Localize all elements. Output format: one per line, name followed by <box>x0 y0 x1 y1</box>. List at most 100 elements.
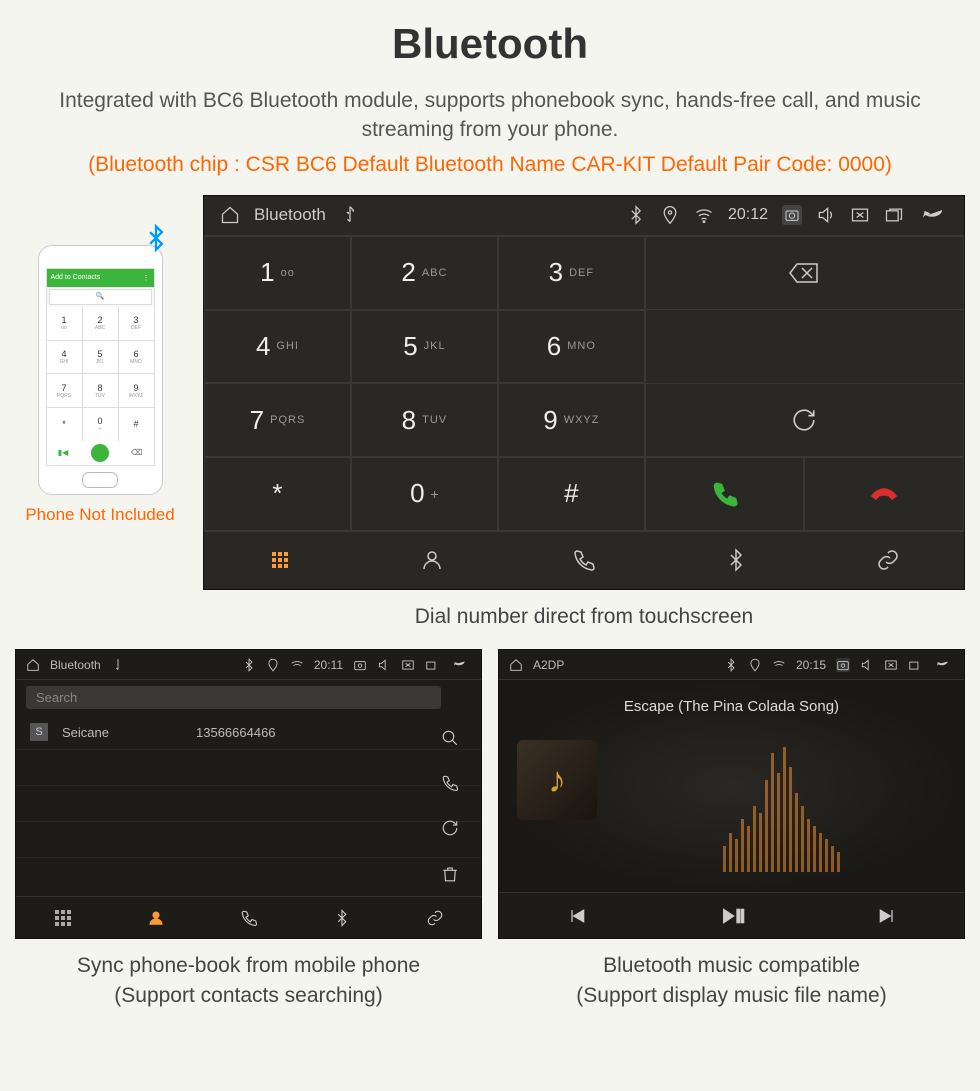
call-button[interactable] <box>645 457 805 531</box>
contact-number: 13566664466 <box>196 725 276 740</box>
phone-device: Add to Contacts⋮ 🔍 1ᴏᴏ 2ABC 3DEF 4GHI 5J… <box>38 245 163 495</box>
key-7[interactable]: 7PQRS <box>204 383 351 457</box>
home-icon[interactable] <box>509 658 523 672</box>
prev-track-button[interactable] <box>499 893 654 938</box>
delete-icon[interactable] <box>441 865 459 883</box>
bluetooth-tab-icon <box>724 548 748 572</box>
music-caption: Bluetooth music compatible(Support displ… <box>498 951 965 1010</box>
dialer-keypad: 1ᴏᴏ 2ABC 3DEF 4GHI 5JKL 6MNO 7PQRS 8TUV <box>204 236 645 531</box>
play-pause-button[interactable] <box>654 893 809 938</box>
tab-dialpad[interactable] <box>16 897 109 938</box>
key-3[interactable]: 3DEF <box>498 236 645 310</box>
visualizer <box>619 740 944 872</box>
contact-avatar: S <box>30 723 48 741</box>
clock: 20:11 <box>314 658 343 672</box>
usb-icon <box>340 205 360 225</box>
bluetooth-tab-icon <box>333 909 351 927</box>
contact-row[interactable]: S Seicane 13566664466 <box>16 715 481 750</box>
bluetooth-icon <box>142 224 170 259</box>
key-2[interactable]: 2ABC <box>351 236 498 310</box>
tab-devices[interactable] <box>812 532 964 589</box>
tab-dialpad[interactable] <box>204 532 356 589</box>
phone-icon <box>240 909 258 927</box>
usb-icon <box>111 658 125 672</box>
volume-icon[interactable] <box>860 658 874 672</box>
wifi-icon <box>694 205 714 225</box>
location-icon <box>660 205 680 225</box>
phone-key: 3DEF <box>119 307 154 340</box>
tab-bluetooth[interactable] <box>660 532 812 589</box>
phone-key: # <box>119 408 154 441</box>
close-icon[interactable] <box>401 658 415 672</box>
search-icon[interactable] <box>441 729 459 747</box>
clock: 20:12 <box>728 206 768 224</box>
phone-key: * <box>47 408 82 441</box>
next-track-button[interactable] <box>809 893 964 938</box>
volume-icon[interactable] <box>377 658 391 672</box>
music-note-icon: ♪ <box>548 759 566 801</box>
close-icon[interactable] <box>850 205 870 225</box>
music-screen: A2DP 20:15 Escape (The Pina Colada Song)… <box>498 649 965 939</box>
phone-key: 5JKL <box>83 341 118 374</box>
volume-icon[interactable] <box>816 205 836 225</box>
dial-display <box>645 310 964 384</box>
close-icon[interactable] <box>884 658 898 672</box>
recent-apps-icon[interactable] <box>908 658 922 672</box>
call-icon[interactable] <box>441 774 459 792</box>
clock: 20:15 <box>796 658 826 672</box>
key-8[interactable]: 8TUV <box>351 383 498 457</box>
phone-icon <box>572 548 596 572</box>
phone-call-icon <box>91 444 109 462</box>
song-title: Escape (The Pina Colada Song) <box>624 698 839 715</box>
screenshot-icon[interactable] <box>353 658 367 672</box>
tab-devices[interactable] <box>388 897 481 938</box>
key-6[interactable]: 6MNO <box>498 310 645 384</box>
dialpad-icon <box>272 552 288 568</box>
home-icon[interactable] <box>26 658 40 672</box>
home-icon[interactable] <box>220 205 240 225</box>
screenshot-icon[interactable] <box>836 658 850 672</box>
recent-apps-icon[interactable] <box>425 658 439 672</box>
bluetooth-status-icon <box>724 658 738 672</box>
location-icon <box>266 658 280 672</box>
screenshot-icon[interactable] <box>782 205 802 225</box>
tab-contacts[interactable] <box>356 532 508 589</box>
tab-history[interactable] <box>202 897 295 938</box>
phone-key: 2ABC <box>83 307 118 340</box>
next-icon <box>877 906 897 926</box>
search-input[interactable]: Search <box>26 686 441 709</box>
app-title: Bluetooth <box>50 658 101 672</box>
recall-button[interactable] <box>645 383 964 457</box>
phone-key: 4GHI <box>47 341 82 374</box>
phone-key: 7PQRS <box>47 374 82 407</box>
tab-history[interactable] <box>508 532 660 589</box>
play-pause-icon <box>719 906 745 926</box>
back-icon[interactable] <box>918 205 948 225</box>
back-icon[interactable] <box>932 658 954 672</box>
sync-icon[interactable] <box>441 819 459 837</box>
key-star[interactable]: * <box>204 457 351 531</box>
contact-name: Seicane <box>62 725 182 740</box>
status-bar: Bluetooth 20:12 <box>204 196 964 236</box>
key-0[interactable]: 0+ <box>351 457 498 531</box>
tab-bluetooth[interactable] <box>295 897 388 938</box>
key-9[interactable]: 9WXYZ <box>498 383 645 457</box>
backspace-button[interactable] <box>645 236 964 310</box>
hangup-button[interactable] <box>804 457 964 531</box>
key-5[interactable]: 5JKL <box>351 310 498 384</box>
bluetooth-status-icon <box>242 658 256 672</box>
key-1[interactable]: 1ᴏᴏ <box>204 236 351 310</box>
recent-apps-icon[interactable] <box>884 205 904 225</box>
contacts-screen: Bluetooth 20:11 Search <box>15 649 482 939</box>
album-art: ♪ <box>517 740 597 820</box>
phone-key: 1ᴏᴏ <box>47 307 82 340</box>
app-title: A2DP <box>533 658 564 672</box>
location-icon <box>748 658 762 672</box>
person-icon <box>420 548 444 572</box>
key-4[interactable]: 4GHI <box>204 310 351 384</box>
link-icon <box>426 909 444 927</box>
key-hash[interactable]: # <box>498 457 645 531</box>
back-icon[interactable] <box>449 658 471 672</box>
tab-contacts[interactable] <box>109 897 202 938</box>
phone-key: 8TUV <box>83 374 118 407</box>
